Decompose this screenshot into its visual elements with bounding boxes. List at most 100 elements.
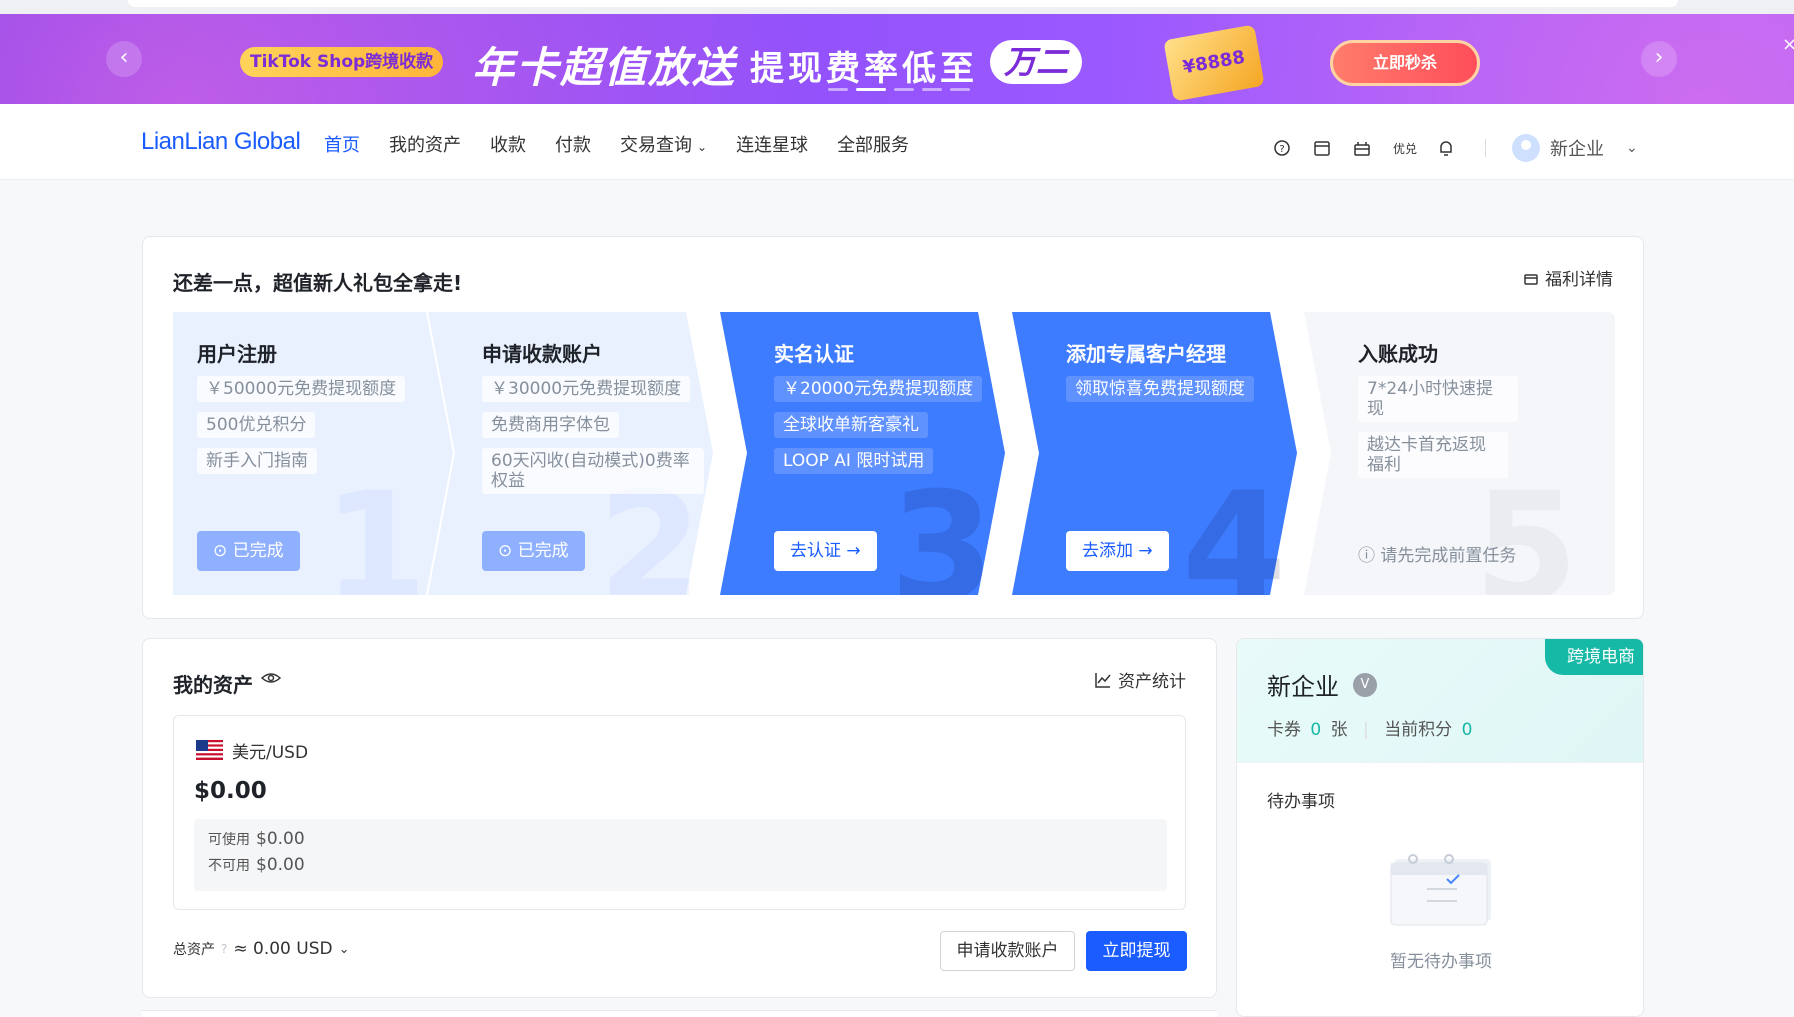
points-label: 当前积分 xyxy=(1384,720,1453,740)
currency-detail: 可使用 $0.00 不可用 $0.00 xyxy=(194,819,1167,891)
banner-prev-button[interactable]: ‹ xyxy=(106,41,142,77)
bell-icon[interactable] xyxy=(1437,139,1455,157)
banner-dot[interactable] xyxy=(950,88,970,91)
nav-item-planet[interactable]: 连连星球 xyxy=(736,131,808,157)
banner-dot[interactable] xyxy=(828,88,848,91)
chevron-left-icon: ‹ xyxy=(119,45,129,70)
add-manager-button[interactable]: 去添加 → xyxy=(1066,531,1169,571)
currency-box[interactable]: 美元/USD $0.00 可使用 $0.00 不可用 $0.00 xyxy=(173,715,1186,910)
available-row: 可使用 $0.00 xyxy=(208,829,305,849)
step-tag: ￥20000元免费提现额度 xyxy=(774,376,983,402)
step-add-manager: 4 添加专属客户经理 领取惊喜免费提现额度 去添加 → xyxy=(1012,312,1297,595)
asset-stats-link[interactable]: 资产统计 xyxy=(1094,667,1186,692)
step-tag: 新手入门指南 xyxy=(197,448,317,474)
step-title: 实名认证 xyxy=(774,342,854,366)
step-tags: ￥50000元免费提现额度 500优兑积分 新手入门指南 xyxy=(197,376,406,484)
gift-icon[interactable] xyxy=(1353,139,1371,157)
step-tag: 越达卡首充返现福利 xyxy=(1358,432,1508,478)
apply-account-button[interactable]: 申请收款账户 xyxy=(940,931,1075,971)
promo-banner[interactable]: ‹ TikTok Shop跨境收款 年卡超值放送 提现费率低至 万二 ¥8888… xyxy=(0,14,1794,104)
nav-item-label: 交易查询 xyxy=(620,135,692,156)
top-strip xyxy=(0,0,1794,14)
step-tag: ￥30000元免费提现额度 xyxy=(482,376,691,402)
currency-name: 美元/USD xyxy=(232,743,309,763)
total-assets: 总资产 ? ≈ 0.00 USD ⌄ xyxy=(173,939,350,959)
line-chart-icon xyxy=(1095,672,1111,688)
step-first-income: 5 入账成功 7*24小时快速提现 越达卡首充返现福利 ⓘ 请先完成前置任务 xyxy=(1304,312,1615,595)
coupon-count[interactable]: 0 xyxy=(1310,720,1321,740)
total-value: ≈ 0.00 USD xyxy=(233,939,333,959)
profile-header: 跨境电商 新企业 V 卡券 0 张 | 当前积分 0 xyxy=(1237,639,1643,763)
empty-calendar-icon xyxy=(1390,854,1491,926)
unavailable-value: $0.00 xyxy=(256,855,305,875)
step-tag: 全球收单新客豪礼 xyxy=(774,412,928,438)
avatar[interactable] xyxy=(1512,134,1541,162)
user-name[interactable]: 新企业 xyxy=(1550,135,1604,161)
step-status: 已完成 xyxy=(232,541,284,561)
step-completed-button: ⊙ 已完成 xyxy=(197,531,300,571)
nav-item-home[interactable]: 首页 xyxy=(324,131,360,157)
close-icon[interactable]: × xyxy=(1782,34,1794,55)
main-nav: 首页 我的资产 收款 付款 交易查询 ⌄ 连连星球 全部服务 xyxy=(324,131,938,157)
step-verify: 3 实名认证 ￥20000元免费提现额度 全球收单新客豪礼 LOOP AI 限时… xyxy=(720,312,1005,595)
todo-empty-text: 暂无待办事项 xyxy=(1390,952,1492,972)
step-tag: 500优兑积分 xyxy=(197,412,316,438)
verify-button[interactable]: 去认证 → xyxy=(774,531,877,571)
nav-item-transactions[interactable]: 交易查询 ⌄ xyxy=(620,131,707,157)
banner-dot[interactable] xyxy=(894,88,914,91)
step-tag: 免费商用字体包 xyxy=(482,412,619,438)
brand-logo[interactable]: LianLian Global xyxy=(141,128,301,156)
unavailable-row: 不可用 $0.00 xyxy=(208,855,305,875)
divider xyxy=(1485,139,1487,157)
nav-item-receive[interactable]: 收款 xyxy=(490,131,526,157)
coupon-unit: 张 xyxy=(1330,720,1348,740)
industry-tag: 跨境电商 xyxy=(1545,639,1643,675)
available-value: $0.00 xyxy=(256,829,305,849)
points-value[interactable]: 0 xyxy=(1462,720,1473,740)
asset-stats-label: 资产统计 xyxy=(1118,672,1186,692)
calendar-icon[interactable] xyxy=(1313,139,1331,157)
eye-icon[interactable] xyxy=(261,670,281,686)
step-title: 用户注册 xyxy=(197,342,277,366)
flash-sale-button[interactable]: 立即秒杀 xyxy=(1330,40,1480,86)
help-icon[interactable]: ? xyxy=(1273,139,1291,157)
assets-card: 我的资产 资产统计 美元/USD $0.00 可使用 $0.00 不可用 $0.00… xyxy=(142,638,1217,998)
onboarding-steps: 1 用户注册 ￥50000元免费提现额度 500优兑积分 新手入门指南 ⊙ 已完… xyxy=(173,312,1615,595)
onboarding-card: 还差一点，超值新人礼包全拿走! 福利详情 1 用户注册 ￥50000元免费提现额… xyxy=(142,236,1644,619)
step-register: 1 用户注册 ￥50000元免费提现额度 500优兑积分 新手入门指南 ⊙ 已完… xyxy=(173,312,453,595)
chevron-down-icon[interactable]: ⌄ xyxy=(339,942,350,957)
question-icon[interactable]: ? xyxy=(221,942,227,956)
assets-title: 我的资产 xyxy=(173,673,253,697)
us-flag-icon xyxy=(196,740,223,760)
step-tags: ￥30000元免费提现额度 免费商用字体包 60天闪收(自动模式)0费率权益 xyxy=(482,376,704,504)
withdraw-button[interactable]: 立即提现 xyxy=(1086,931,1187,971)
step-title: 入账成功 xyxy=(1358,342,1438,366)
step-tag: LOOP AI 限时试用 xyxy=(774,448,934,474)
nav-item-pay[interactable]: 付款 xyxy=(555,131,591,157)
verify-badge[interactable]: V xyxy=(1353,673,1377,697)
chevron-down-icon: ⌄ xyxy=(697,140,708,154)
company-name: 新企业 xyxy=(1267,673,1339,701)
next-card-edge xyxy=(142,1010,1217,1017)
nav-item-assets[interactable]: 我的资产 xyxy=(389,131,461,157)
banner-headline: 年卡超值放送 xyxy=(472,43,737,92)
benefit-details-link[interactable]: 福利详情 xyxy=(1523,265,1613,290)
chevron-right-icon: › xyxy=(1654,45,1664,70)
nav-tools: ? 优兑 新企业 ⌄ xyxy=(1273,134,1638,162)
banner-dot[interactable] xyxy=(856,88,886,91)
nav-item-all-services[interactable]: 全部服务 xyxy=(837,131,909,157)
step-tag: 60天闪收(自动模式)0费率权益 xyxy=(482,448,704,494)
banner-dot[interactable] xyxy=(922,88,942,91)
onboarding-title: 还差一点，超值新人礼包全拿走! xyxy=(173,271,463,295)
banner-next-button[interactable]: › xyxy=(1641,41,1677,77)
step-title: 申请收款账户 xyxy=(482,342,602,366)
coupons-line: 卡券 0 张 | 当前积分 0 xyxy=(1267,715,1476,740)
chevron-down-icon[interactable]: ⌄ xyxy=(1626,140,1638,156)
step-tag: 领取惊喜免费提现额度 xyxy=(1066,376,1254,402)
step-hint-text: 请先完成前置任务 xyxy=(1380,546,1517,566)
total-label: 总资产 xyxy=(173,942,215,958)
step-status: 已完成 xyxy=(517,541,569,561)
divider: | xyxy=(1363,720,1369,740)
youdui-entry[interactable]: 优兑 xyxy=(1393,140,1417,157)
step-number: 4 xyxy=(1182,461,1287,595)
